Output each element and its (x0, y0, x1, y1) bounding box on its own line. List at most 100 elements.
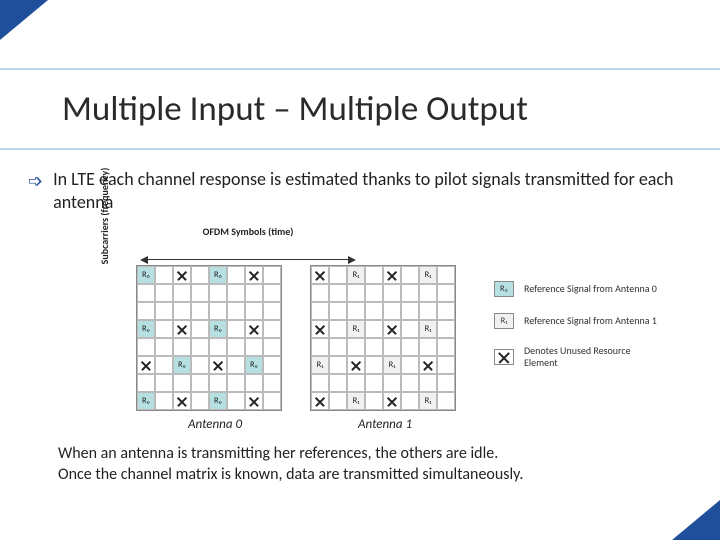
grid-cell: R₀ (209, 392, 227, 410)
grid-cell (173, 302, 191, 320)
grid-cell (245, 302, 263, 320)
grid-cell (329, 392, 347, 410)
grid-cell (311, 320, 329, 338)
grid-cell (347, 302, 365, 320)
grid-cell (173, 338, 191, 356)
grid-cell (227, 338, 245, 356)
grid-cell (137, 284, 155, 302)
grid-cell (191, 284, 209, 302)
grid-cell (209, 302, 227, 320)
grid-cell (191, 266, 209, 284)
grid-cell (137, 302, 155, 320)
grid-cell (419, 302, 437, 320)
grid-cell (383, 338, 401, 356)
diagram-inner: OFDM Symbols (time) Subcarriers (frequen… (58, 231, 678, 451)
grid-cell (437, 302, 455, 320)
grid-cell (227, 392, 245, 410)
grid-cell (347, 374, 365, 392)
legend-text-r1: Reference Signal from Antenna 1 (524, 315, 657, 327)
grid-cell (383, 320, 401, 338)
grid-cell (191, 302, 209, 320)
grid-antenna-0: R₀R₀R₀R₀R₀R₀R₀R₀ (136, 265, 282, 411)
grid-cell (191, 338, 209, 356)
grid-cell (245, 374, 263, 392)
grid-cell (227, 356, 245, 374)
grid-cell: R₁ (347, 392, 365, 410)
legend-r1: R₁ Reference Signal from Antenna 1 (494, 313, 664, 329)
grid-cell (245, 392, 263, 410)
grid-cell (155, 392, 173, 410)
grid-cell: R₁ (419, 320, 437, 338)
grid-cell (329, 284, 347, 302)
slide-title: Multiple Input – Multiple Output (62, 88, 528, 130)
grid-cell (263, 266, 281, 284)
grid-cell (209, 374, 227, 392)
grid-cell (191, 320, 209, 338)
grid-cell (419, 338, 437, 356)
grid-cell (311, 302, 329, 320)
legend-swatch-x-icon (494, 349, 514, 365)
grid-cell (365, 302, 383, 320)
slide-body: ➩ In LTE each channel response is estima… (28, 168, 692, 451)
legend-swatch-r1: R₁ (494, 313, 514, 329)
grid-cell (329, 374, 347, 392)
grid-cell (263, 392, 281, 410)
grid-cell (209, 284, 227, 302)
grid-cell (365, 356, 383, 374)
time-axis-label: OFDM Symbols (time) (178, 225, 318, 238)
grid-cell (401, 320, 419, 338)
legend-x: Denotes Unused Resource Element (494, 345, 664, 368)
bullet-text: In LTE each channel response is estimate… (53, 168, 692, 213)
bullet-arrow-icon: ➩ (28, 170, 43, 192)
grid-cell: R₁ (347, 320, 365, 338)
grid-cell (419, 356, 437, 374)
grid-cell (245, 284, 263, 302)
grid-cell: R₁ (419, 266, 437, 284)
grid-cell (365, 392, 383, 410)
grid-cell (383, 374, 401, 392)
grid-cell (155, 266, 173, 284)
legend-r0: R₀ Reference Signal from Antenna 0 (494, 281, 664, 297)
grid-cell: R₁ (383, 356, 401, 374)
bullet-row: ➩ In LTE each channel response is estima… (28, 168, 692, 213)
grid-cell (329, 338, 347, 356)
grid-cell (263, 356, 281, 374)
grid-cell (347, 338, 365, 356)
grid-cell (245, 338, 263, 356)
grid-cell: R₁ (311, 356, 329, 374)
legend-text-x: Denotes Unused Resource Element (524, 345, 664, 368)
grid-cell (401, 338, 419, 356)
grid-cell: R₀ (137, 392, 155, 410)
grid-cell (437, 374, 455, 392)
grid-cell (365, 284, 383, 302)
grid-cell (401, 356, 419, 374)
grid-cell (311, 338, 329, 356)
antenna-0-label: Antenna 0 (188, 417, 242, 432)
grid-cell (365, 374, 383, 392)
grid-cell (191, 392, 209, 410)
grid-cell (365, 266, 383, 284)
grid-cell (245, 266, 263, 284)
grid-cell (155, 320, 173, 338)
grid-cell (263, 320, 281, 338)
grid-cell (437, 338, 455, 356)
grid-cell (437, 266, 455, 284)
footer-text: When an antenna is transmitting her refe… (58, 444, 523, 486)
corner-accent-top-left (0, 0, 48, 40)
legend: R₀ Reference Signal from Antenna 0 R₁ Re… (494, 281, 664, 384)
grid-cell (227, 284, 245, 302)
grid-cell (419, 374, 437, 392)
legend-text-r0: Reference Signal from Antenna 0 (524, 283, 657, 295)
antenna-1-label: Antenna 1 (358, 417, 412, 432)
grid-cell (329, 302, 347, 320)
grid-cell (173, 320, 191, 338)
grid-cell (191, 374, 209, 392)
grid-cell (383, 302, 401, 320)
grid-cell (227, 302, 245, 320)
grid-cell (155, 302, 173, 320)
grid-cell (311, 392, 329, 410)
grid-cell (347, 356, 365, 374)
grid-cell (245, 320, 263, 338)
grid-cell (437, 356, 455, 374)
grid-cell (263, 374, 281, 392)
